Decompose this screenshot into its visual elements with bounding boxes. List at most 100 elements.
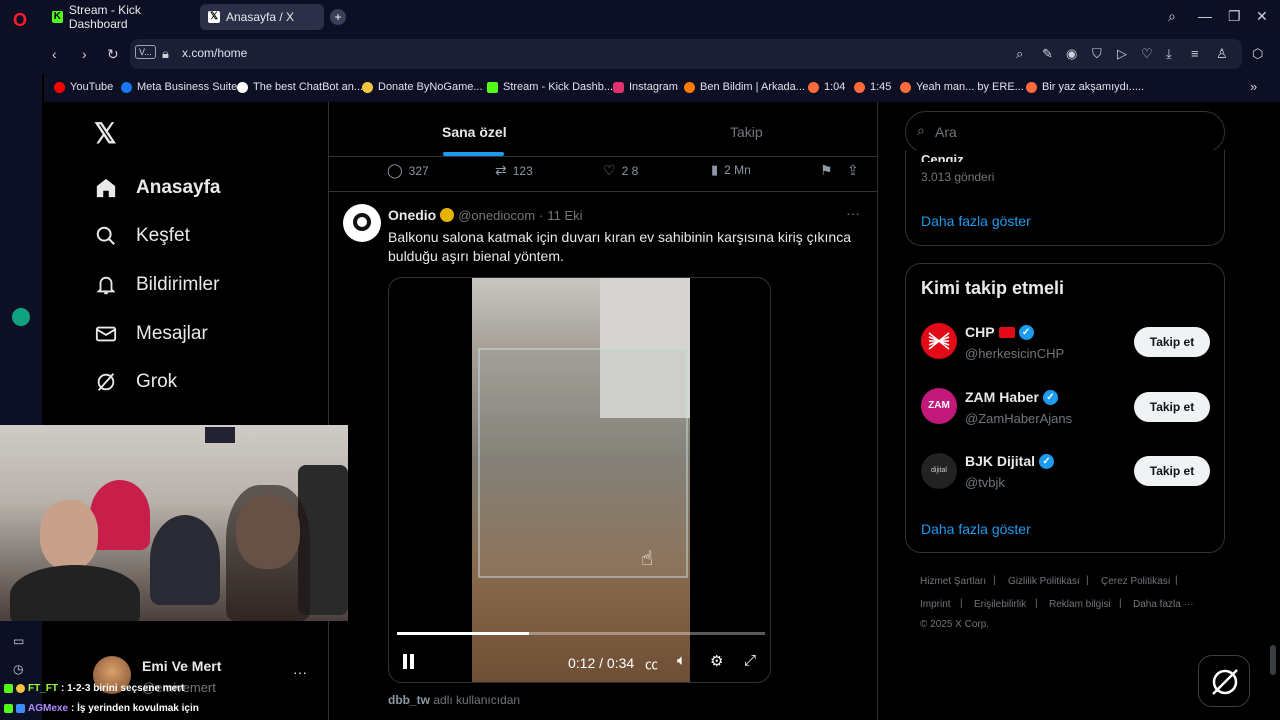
opera-logo-icon[interactable]: O xyxy=(8,8,32,32)
history-icon[interactable]: ◷ xyxy=(13,662,23,676)
close-icon[interactable]: ✕ xyxy=(1256,8,1268,25)
fullscreen-icon[interactable]: ⤢ xyxy=(744,652,756,669)
account-name[interactable]: ZAM Haber ✓ xyxy=(965,389,1058,405)
tab-x-home[interactable]: 𝕏 Anasayfa / X xyxy=(200,4,324,30)
video-player[interactable]: 0:12 / 0:34 ㏄ 🔈︎ ⚙︎ ⤢ xyxy=(388,277,771,683)
copyright: © 2025 X Corp. xyxy=(920,619,990,630)
account-name[interactable]: CHP ✓ xyxy=(965,324,1034,340)
follow-button[interactable]: Takip et xyxy=(1134,392,1210,422)
back-icon[interactable]: ‹ xyxy=(52,46,57,62)
grok-floating-button[interactable] xyxy=(1198,655,1250,707)
minimize-icon[interactable]: — xyxy=(1198,8,1212,24)
nav-messages[interactable]: Mesajlar xyxy=(94,322,208,346)
reply-button[interactable]: ◯ 327 xyxy=(387,162,429,179)
footer-imprint[interactable]: Imprint xyxy=(920,599,951,610)
video-progress-bar[interactable] xyxy=(397,632,765,635)
play-icon[interactable]: ▷ xyxy=(1117,46,1127,62)
search-tabs-icon[interactable]: ⌕ xyxy=(1168,8,1176,25)
repost-count: 123 xyxy=(512,163,533,178)
show-more-accounts-link[interactable]: Daha fazla göster xyxy=(921,521,1031,537)
repost-icon: ⇄ xyxy=(495,162,507,178)
tweet-date[interactable]: 11 Eki xyxy=(547,208,582,223)
url-text[interactable]: x.com/home xyxy=(182,46,247,60)
bookmark-instagram[interactable]: Instagram xyxy=(613,81,678,93)
download-icon[interactable]: ⤓ xyxy=(1166,46,1172,62)
bookmark-meta[interactable]: Meta Business Suite xyxy=(121,81,237,93)
nav-notifications[interactable]: Bildirimler xyxy=(94,273,219,297)
tweet-more-icon[interactable]: ··· xyxy=(846,205,860,221)
bookmark-1-45[interactable]: 1:45 xyxy=(854,81,891,93)
avatar[interactable]: ZAM xyxy=(921,388,957,424)
tab-following[interactable]: Takip xyxy=(730,124,763,140)
captions-icon[interactable]: ㏄ xyxy=(645,654,658,673)
bookmark-youtube[interactable]: YouTube xyxy=(54,81,113,93)
instagram-icon xyxy=(613,81,624,93)
bookmark-bir-yaz[interactable]: Bir yaz akşamıydı..... xyxy=(1026,81,1144,93)
avatar[interactable] xyxy=(343,204,381,242)
footer-ads-info[interactable]: Reklam bilgisi xyxy=(1049,599,1111,610)
like-button[interactable]: ♡ 2 8 xyxy=(603,162,638,179)
tab-kick-dashboard[interactable]: K Stream - Kick Dashboard xyxy=(44,3,198,31)
profile-icon[interactable]: ♙ xyxy=(1216,46,1228,62)
bookmark-kick[interactable]: Stream - Kick Dashb... xyxy=(487,81,613,93)
edit-icon[interactable]: ✎ xyxy=(1042,46,1053,62)
shield-icon[interactable]: ⛉ xyxy=(1092,46,1102,62)
onedio-logo-icon xyxy=(353,213,371,231)
tweet-author[interactable]: Onedio xyxy=(388,207,436,223)
views-button[interactable]: ▮ 2 Mn xyxy=(711,162,751,178)
avatar[interactable] xyxy=(921,323,957,359)
search-icon xyxy=(94,224,118,248)
bookmark-bynogame[interactable]: Donate ByNoGame... xyxy=(362,81,483,93)
camera-icon[interactable]: ◉ xyxy=(1066,46,1077,62)
chatgpt-icon[interactable] xyxy=(12,308,30,326)
volume-icon[interactable]: 🔈︎ xyxy=(677,652,686,669)
settings-icon[interactable]: ⚙︎ xyxy=(710,652,723,670)
nav-home[interactable]: Anasayfa xyxy=(94,176,221,200)
maximize-icon[interactable]: ❐ xyxy=(1228,8,1241,25)
repost-button[interactable]: ⇄ 123 xyxy=(495,162,533,179)
show-more-trends-link[interactable]: Daha fazla göster xyxy=(921,213,1031,229)
heart-icon[interactable]: ♡ xyxy=(1141,46,1153,62)
monitor-icon[interactable]: ▭ xyxy=(13,634,24,648)
zoom-icon[interactable]: ⌕ xyxy=(1016,46,1023,62)
bookmark-1-04[interactable]: 1:04 xyxy=(808,81,845,93)
verified-icon: ✓ xyxy=(1042,389,1058,405)
share-button[interactable]: ⇪ xyxy=(847,162,859,179)
who-to-follow-title: Kimi takip etmeli xyxy=(921,278,1065,298)
footer-more[interactable]: Daha fazla ··· xyxy=(1133,599,1194,610)
more-options-icon[interactable]: ··· xyxy=(293,664,307,680)
attribution-user[interactable]: dbb_tw xyxy=(388,693,430,707)
footer-privacy[interactable]: Gizlilik Politikası xyxy=(1008,576,1080,587)
forward-icon[interactable]: › xyxy=(82,46,87,62)
chat-text: : 1-2-3 birini seçsene mert xyxy=(61,683,185,694)
extensions-icon[interactable]: ⬡ xyxy=(1252,46,1263,62)
nav-explore[interactable]: Keşfet xyxy=(94,224,190,248)
trend-name[interactable]: Cengiz xyxy=(921,152,964,162)
bookmark-ben-bildim[interactable]: Ben Bildim | Arkada... xyxy=(684,81,805,93)
chat-message: AGMexe : İş yerinden kovulmak için xyxy=(4,703,199,714)
avatar[interactable]: dijital xyxy=(921,453,957,489)
footer-cookies[interactable]: Çerez Politikası xyxy=(1101,576,1170,587)
account-name[interactable]: Emi Ve Mert xyxy=(142,658,221,674)
footer-terms[interactable]: Hizmet Şartları xyxy=(920,576,986,587)
pause-icon[interactable] xyxy=(401,653,417,671)
separator: | xyxy=(1035,598,1038,609)
nav-grok[interactable]: Grok xyxy=(94,370,177,394)
x-logo-icon[interactable]: 𝕏 xyxy=(94,117,117,150)
follow-button[interactable]: Takip et xyxy=(1134,456,1210,486)
footer-accessibility[interactable]: Erişilebilirlik xyxy=(974,599,1026,610)
vpn-badge[interactable]: V... xyxy=(135,45,156,59)
follow-button[interactable]: Takip et xyxy=(1134,327,1210,357)
bookmark-yeah-man[interactable]: Yeah man... by ERE... xyxy=(900,81,1024,93)
bookmark-chatbot[interactable]: The best ChatBot an... xyxy=(237,81,363,93)
account-name[interactable]: BJK Dijital ✓ xyxy=(965,453,1055,469)
tab-label: Anasayfa / X xyxy=(226,10,295,24)
more-bookmarks-icon[interactable]: » xyxy=(1250,79,1257,94)
tab-for-you[interactable]: Sana özel xyxy=(442,124,507,140)
menu-icon[interactable]: ≡ xyxy=(1191,46,1199,61)
scrollbar[interactable] xyxy=(1270,645,1276,675)
reload-icon[interactable]: ↻ xyxy=(107,46,119,63)
new-tab-button[interactable]: + xyxy=(330,9,346,25)
tweet-handle[interactable]: @onediocom xyxy=(458,208,535,223)
bookmark-button[interactable]: ⚑ xyxy=(820,162,833,179)
